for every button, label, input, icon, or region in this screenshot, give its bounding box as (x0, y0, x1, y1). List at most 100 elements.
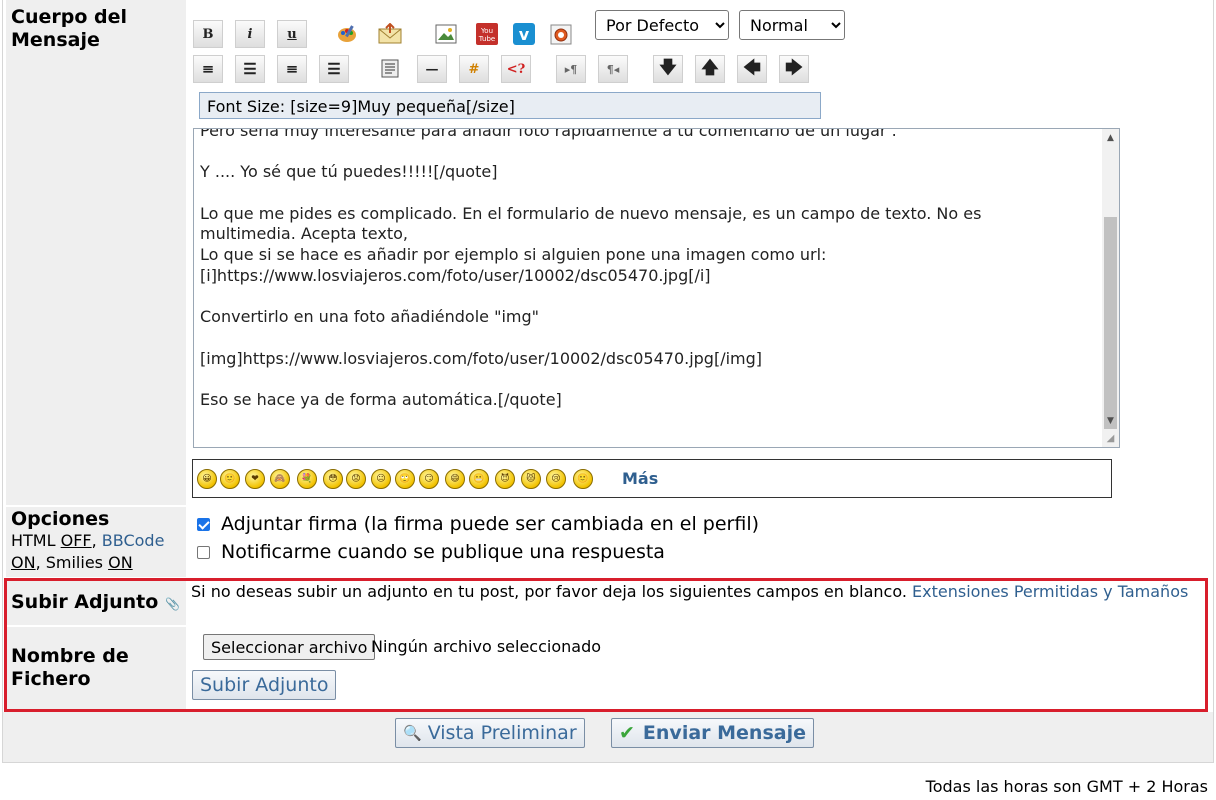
align-center-button[interactable]: ≡ (277, 55, 307, 83)
html-state: OFF (60, 531, 92, 550)
align-justify-button[interactable]: ≡ (193, 55, 223, 83)
magnifier-icon: 🔍 (403, 724, 422, 742)
youtube-icon[interactable]: You Tube (472, 20, 502, 48)
preview-button[interactable]: 🔍 Vista Preliminar (395, 718, 585, 748)
font-select[interactable]: Por Defecto (595, 10, 729, 40)
arrow-down-button[interactable]: 🡇 (653, 55, 683, 83)
smilies-state: ON (108, 553, 133, 572)
notify-checkbox[interactable] (197, 546, 210, 559)
align-right-button[interactable]: ☰ (319, 55, 349, 83)
smiley-icon[interactable]: 😳 (323, 469, 343, 489)
hash-button[interactable]: # (459, 55, 489, 83)
html-label: HTML (11, 531, 56, 550)
checkmark-icon: ✔ (619, 722, 635, 744)
code-button[interactable]: <? (501, 55, 531, 83)
smiley-icon[interactable]: 💐 (297, 469, 317, 489)
smilies-bar: 🙂 😢 😾 😈 😬 😄 😏 🙄 😐 😟 😳 💐 🙈 ❤ 🙂 😀 Más (192, 459, 1112, 498)
scroll-thumb[interactable] (1104, 217, 1117, 429)
bbcode-state: ON (11, 553, 36, 572)
attach-signature-checkbox[interactable] (197, 518, 210, 531)
svg-text:v: v (519, 25, 530, 44)
scroll-up-icon[interactable]: ▲ (1102, 129, 1119, 146)
highlight-box (4, 578, 1208, 712)
smiley-icon[interactable]: 😏 (419, 469, 439, 489)
align-center-icon: ≡ (285, 60, 299, 78)
timezone-footer: Todas las horas son GMT + 2 Horas (925, 777, 1208, 796)
arrow-up-button[interactable]: 🡅 (695, 55, 725, 83)
align-right-icon: ☰ (327, 60, 341, 78)
editor-line: Eso se hace ya de forma automática.[/quo… (200, 389, 562, 409)
editor-line: Convertirlo en una foto añadiéndole "img… (200, 307, 539, 327)
underline-button[interactable]: u (277, 20, 307, 48)
body-label: Cuerpo del Mensaje (11, 6, 127, 51)
send-button[interactable]: ✔ Enviar Mensaje (611, 718, 814, 748)
post-form: Cuerpo del Mensaje B i u You Tube v Por D… (2, 0, 1214, 763)
arrow-right-icon: 🡆 (785, 57, 803, 78)
align-left-icon: ☰ (243, 60, 257, 78)
smiley-icon[interactable]: 🙂 (573, 469, 593, 489)
smiley-icon[interactable]: 😄 (445, 469, 465, 489)
action-row (3, 712, 1213, 762)
svg-text:You: You (480, 27, 493, 35)
arrow-up-icon: 🡅 (701, 57, 719, 78)
image-icon[interactable] (431, 20, 461, 48)
smiley-icon[interactable]: 😈 (495, 469, 515, 489)
editor-scrollbar[interactable]: ▲ ▼ ◢ (1102, 129, 1119, 447)
list-icon[interactable] (375, 55, 405, 83)
flash-icon[interactable] (546, 20, 576, 48)
smiley-icon[interactable]: 😢 (546, 469, 566, 489)
more-smilies-link[interactable]: Más (622, 469, 658, 488)
smiley-icon[interactable]: 😾 (521, 469, 541, 489)
rtl-button[interactable]: ¶◂ (598, 55, 628, 83)
editor-line: Y .... Yo sé que tú puedes!!!!![/quote] (200, 162, 498, 182)
message-text: Pero sería muy interesante para añadir f… (200, 128, 1095, 411)
attach-signature-label: Adjuntar firma (la firma puede ser cambi… (221, 513, 760, 535)
options-label: Opciones (11, 508, 110, 530)
smiley-icon[interactable]: ❤ (245, 469, 265, 489)
ltr-button[interactable]: ▸¶ (556, 55, 586, 83)
smiley-icon[interactable]: 😐 (371, 469, 391, 489)
editor-line: Pero sería muy interesante para añadir f… (200, 128, 897, 140)
options-status: HTML OFF, BBCode ON, Smilies ON (11, 531, 165, 572)
smiley-icon[interactable]: 😬 (469, 469, 489, 489)
arrow-left-button[interactable]: 🡄 (737, 55, 767, 83)
smiley-icon[interactable]: 🙄 (395, 469, 415, 489)
smiley-icon[interactable]: 😀 (197, 469, 217, 489)
editor-line: Lo que me pides es complicado. En el for… (200, 203, 982, 223)
smiley-icon[interactable]: 😟 (346, 469, 366, 489)
resize-handle-icon[interactable]: ◢ (1102, 430, 1119, 447)
align-justify-icon: ≡ (201, 60, 215, 78)
smiley-icon[interactable]: 🙂 (220, 469, 240, 489)
svg-text:Tube: Tube (478, 35, 495, 43)
envelope-icon[interactable] (375, 20, 405, 48)
arrow-down-icon: 🡇 (659, 57, 677, 78)
editor-line: [img]https://www.losviajeros.com/foto/us… (200, 348, 763, 368)
size-select[interactable]: Normal (739, 10, 845, 40)
helpline: Font Size: [size=9]Muy pequeña[/size] (199, 92, 821, 119)
editor-line: [i]https://www.losviajeros.com/foto/user… (200, 265, 711, 285)
message-textarea[interactable]: Pero sería muy interesante para añadir f… (193, 128, 1120, 448)
send-label: Enviar Mensaje (642, 722, 806, 744)
ltr-icon: ▸¶ (564, 62, 578, 76)
italic-button[interactable]: i (235, 20, 265, 48)
editor-line: Lo que si se hace es añadir por ejemplo … (200, 245, 827, 265)
smiley-icon[interactable]: 🙈 (270, 469, 290, 489)
notify-label: Notificarme cuando se publique una respu… (221, 541, 665, 563)
hr-button[interactable]: — (417, 55, 447, 83)
label-cell-body (6, 0, 186, 505)
editor-line: multimedia. Acepta texto, (200, 224, 408, 244)
align-left-button[interactable]: ☰ (235, 55, 265, 83)
vimeo-icon[interactable]: v (509, 20, 539, 48)
smilies-label: Smilies (45, 553, 103, 572)
color-palette-icon[interactable] (332, 20, 362, 48)
bbcode-link[interactable]: BBCode (102, 531, 165, 550)
scroll-down-icon[interactable]: ▼ (1102, 412, 1119, 429)
preview-label: Vista Preliminar (427, 722, 577, 744)
arrow-right-button[interactable]: 🡆 (779, 55, 809, 83)
bold-button[interactable]: B (193, 20, 223, 48)
